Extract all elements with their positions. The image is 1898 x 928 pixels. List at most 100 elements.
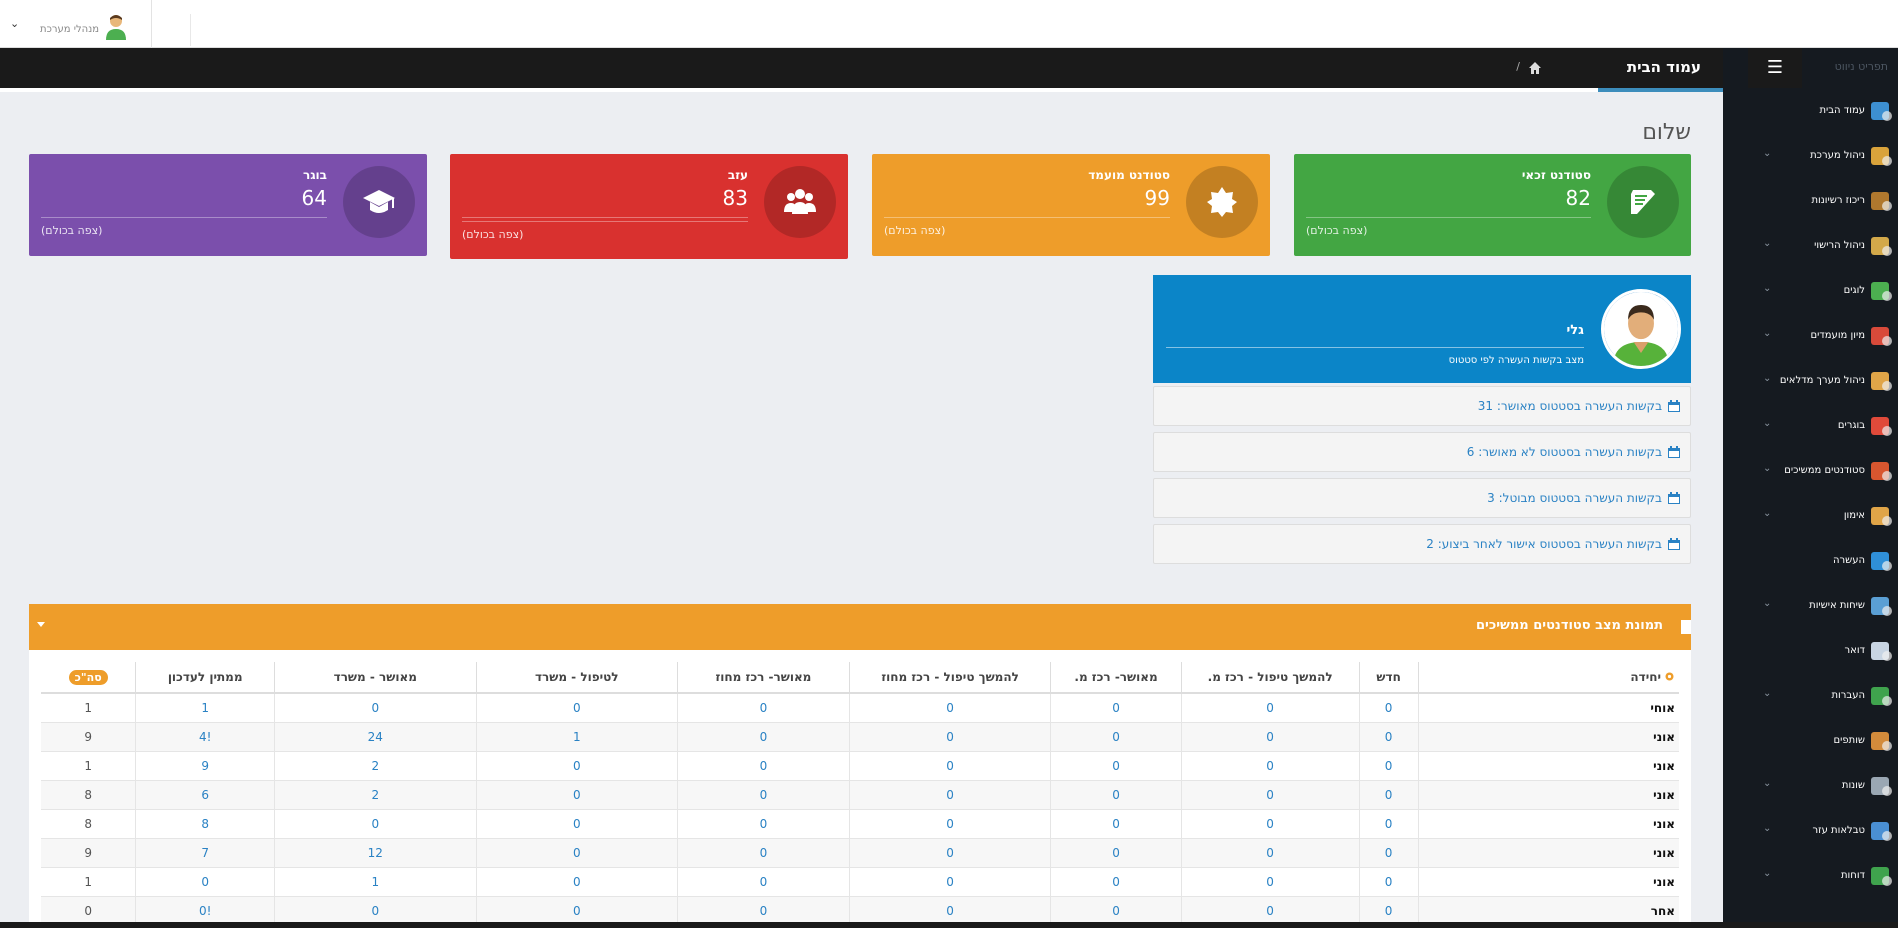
request-status-text[interactable]: בקשות העשרה בסטטוס מאושר: 31 (1478, 399, 1662, 413)
request-status-row[interactable]: בקשות העשרה בסטטוס לא מאושר: 6 (1153, 432, 1691, 472)
count-link[interactable]: 0 (1050, 838, 1182, 868)
chevron-down-icon[interactable]: ⌄ (1763, 823, 1771, 834)
count-link[interactable]: 0 (1050, 867, 1182, 897)
count-link[interactable]: 0 (1359, 722, 1419, 752)
sidebar-item[interactable]: ניהול מערכת ⌄ (1723, 139, 1898, 175)
chevron-down-icon[interactable]: ⌄ (1763, 598, 1771, 609)
column-header[interactable]: מאושר- רכז מ. (1050, 662, 1182, 694)
request-status-row[interactable]: בקשות העשרה בסטטוס אישור לאחר ביצוע: 2 (1153, 524, 1691, 564)
count-link[interactable]: 0 (135, 867, 276, 897)
count-link[interactable]: 0 (1181, 693, 1360, 723)
request-status-text[interactable]: בקשות העשרה בסטטוס אישור לאחר ביצוע: 2 (1426, 537, 1662, 551)
user-menu[interactable]: ⌄ מנהלי מערכת (0, 0, 152, 48)
count-link[interactable]: 12 (274, 838, 477, 868)
column-header[interactable]: חדש (1359, 662, 1419, 694)
count-link[interactable]: 0 (1359, 780, 1419, 810)
count-link[interactable]: 0 (677, 896, 850, 926)
sidebar-item[interactable]: מיון מועמדים ⌄ (1723, 319, 1898, 355)
sidebar-item[interactable]: לוגים ⌄ (1723, 274, 1898, 310)
sidebar-item[interactable]: שיחות אישיות ⌄ (1723, 589, 1898, 625)
count-link[interactable]: 0 (677, 838, 850, 868)
count-link[interactable]: 0 (1050, 751, 1182, 781)
count-link[interactable]: 0 (677, 751, 850, 781)
count-link[interactable]: 0 (476, 896, 679, 926)
count-link[interactable]: 0 (1050, 780, 1182, 810)
count-link[interactable]: 7 (135, 838, 276, 868)
chevron-down-icon[interactable]: ⌄ (1763, 778, 1771, 789)
page-title[interactable]: עמוד הבית (1627, 58, 1701, 76)
chevron-down-icon[interactable]: ⌄ (1763, 508, 1771, 519)
count-link[interactable]: 0 (1359, 809, 1419, 839)
count-link[interactable]: !0 (135, 896, 276, 926)
count-link[interactable]: 0 (849, 896, 1052, 926)
count-link[interactable]: 0 (476, 693, 679, 723)
sidebar-item[interactable]: דואר (1723, 634, 1898, 670)
count-link[interactable]: !4 (135, 722, 276, 752)
count-link[interactable]: 0 (1050, 896, 1182, 926)
sidebar-item[interactable]: אימון ⌄ (1723, 499, 1898, 535)
sidebar-item[interactable]: העברות ⌄ (1723, 679, 1898, 715)
count-link[interactable]: 2 (274, 780, 477, 810)
count-link[interactable]: 0 (274, 896, 477, 926)
request-status-text[interactable]: בקשות העשרה בסטטוס לא מאושר: 6 (1467, 445, 1662, 459)
count-link[interactable]: 0 (1050, 693, 1182, 723)
column-header[interactable]: להמשך טיפול - רכז מחוז (849, 662, 1052, 694)
view-all-link[interactable]: (צפה בכולם) (41, 224, 102, 237)
count-link[interactable]: 0 (476, 867, 679, 897)
sidebar-item[interactable]: טבלאות עזר ⌄ (1723, 814, 1898, 850)
column-header[interactable]: לטיפול - משרד (476, 662, 679, 694)
count-link[interactable]: 0 (1181, 838, 1360, 868)
count-link[interactable]: 0 (476, 838, 679, 868)
count-link[interactable]: 2 (274, 751, 477, 781)
count-link[interactable]: 0 (1359, 896, 1419, 926)
count-link[interactable]: 8 (135, 809, 276, 839)
home-icon[interactable] (1528, 61, 1542, 75)
count-link[interactable]: 0 (849, 751, 1052, 781)
count-link[interactable]: 0 (1181, 867, 1360, 897)
count-link[interactable]: 1 (476, 722, 679, 752)
request-status-text[interactable]: בקשות העשרה בסטטוס מבוטל: 3 (1487, 491, 1662, 505)
collapse-caret-icon[interactable] (37, 622, 45, 627)
view-all-link[interactable]: (צפה בכולם) (884, 224, 945, 237)
count-link[interactable]: 0 (677, 722, 850, 752)
sidebar-item[interactable]: בוגרים ⌄ (1723, 409, 1898, 445)
count-link[interactable]: 9 (135, 751, 276, 781)
count-link[interactable]: 1 (274, 867, 477, 897)
chevron-down-icon[interactable]: ⌄ (1763, 373, 1771, 384)
sidebar-item[interactable]: ניהול הרישוי ⌄ (1723, 229, 1898, 265)
request-status-row[interactable]: בקשות העשרה בסטטוס מבוטל: 3 (1153, 478, 1691, 518)
count-link[interactable]: 0 (849, 867, 1052, 897)
count-link[interactable]: 0 (476, 751, 679, 781)
count-link[interactable]: 0 (1359, 751, 1419, 781)
sidebar-item[interactable]: שותפים (1723, 724, 1898, 760)
chevron-down-icon[interactable]: ⌄ (1763, 238, 1771, 249)
chevron-down-icon[interactable]: ⌄ (1763, 148, 1771, 159)
sidebar-item[interactable]: סטודנטים ממשיכים ⌄ (1723, 454, 1898, 490)
column-header[interactable]: ממתין לעדכון (135, 662, 276, 694)
column-header[interactable]: להמשך טיפול - רכז מ. (1181, 662, 1360, 694)
chevron-down-icon[interactable]: ⌄ (10, 17, 19, 30)
count-link[interactable]: 0 (1181, 722, 1360, 752)
count-link[interactable]: 0 (677, 809, 850, 839)
chevron-down-icon[interactable]: ⌄ (1763, 328, 1771, 339)
view-all-link[interactable]: (צפה בכולם) (1306, 224, 1367, 237)
request-status-row[interactable]: בקשות העשרה בסטטוס מאושר: 31 (1153, 386, 1691, 426)
count-link[interactable]: 0 (849, 780, 1052, 810)
sidebar-item[interactable]: ניהול מערך מדלאים ⌄ (1723, 364, 1898, 400)
sidebar-item[interactable]: דוחות ⌄ (1723, 859, 1898, 895)
count-link[interactable]: 0 (849, 722, 1052, 752)
column-header[interactable]: מאושר- רכז מחוז (677, 662, 850, 694)
count-link[interactable]: 0 (1181, 809, 1360, 839)
chevron-down-icon[interactable]: ⌄ (1763, 418, 1771, 429)
count-link[interactable]: 24 (274, 722, 477, 752)
count-link[interactable]: 1 (135, 693, 276, 723)
view-all-link[interactable]: (צפה בכולם) (462, 228, 523, 241)
count-link[interactable]: 0 (476, 780, 679, 810)
count-link[interactable]: 0 (849, 838, 1052, 868)
column-header[interactable]: מאושר - משרד (274, 662, 477, 694)
count-link[interactable]: 0 (1050, 722, 1182, 752)
count-link[interactable]: 0 (1359, 867, 1419, 897)
count-link[interactable]: 0 (1181, 780, 1360, 810)
sidebar-item[interactable]: העשרה (1723, 544, 1898, 580)
count-link[interactable]: 0 (476, 809, 679, 839)
